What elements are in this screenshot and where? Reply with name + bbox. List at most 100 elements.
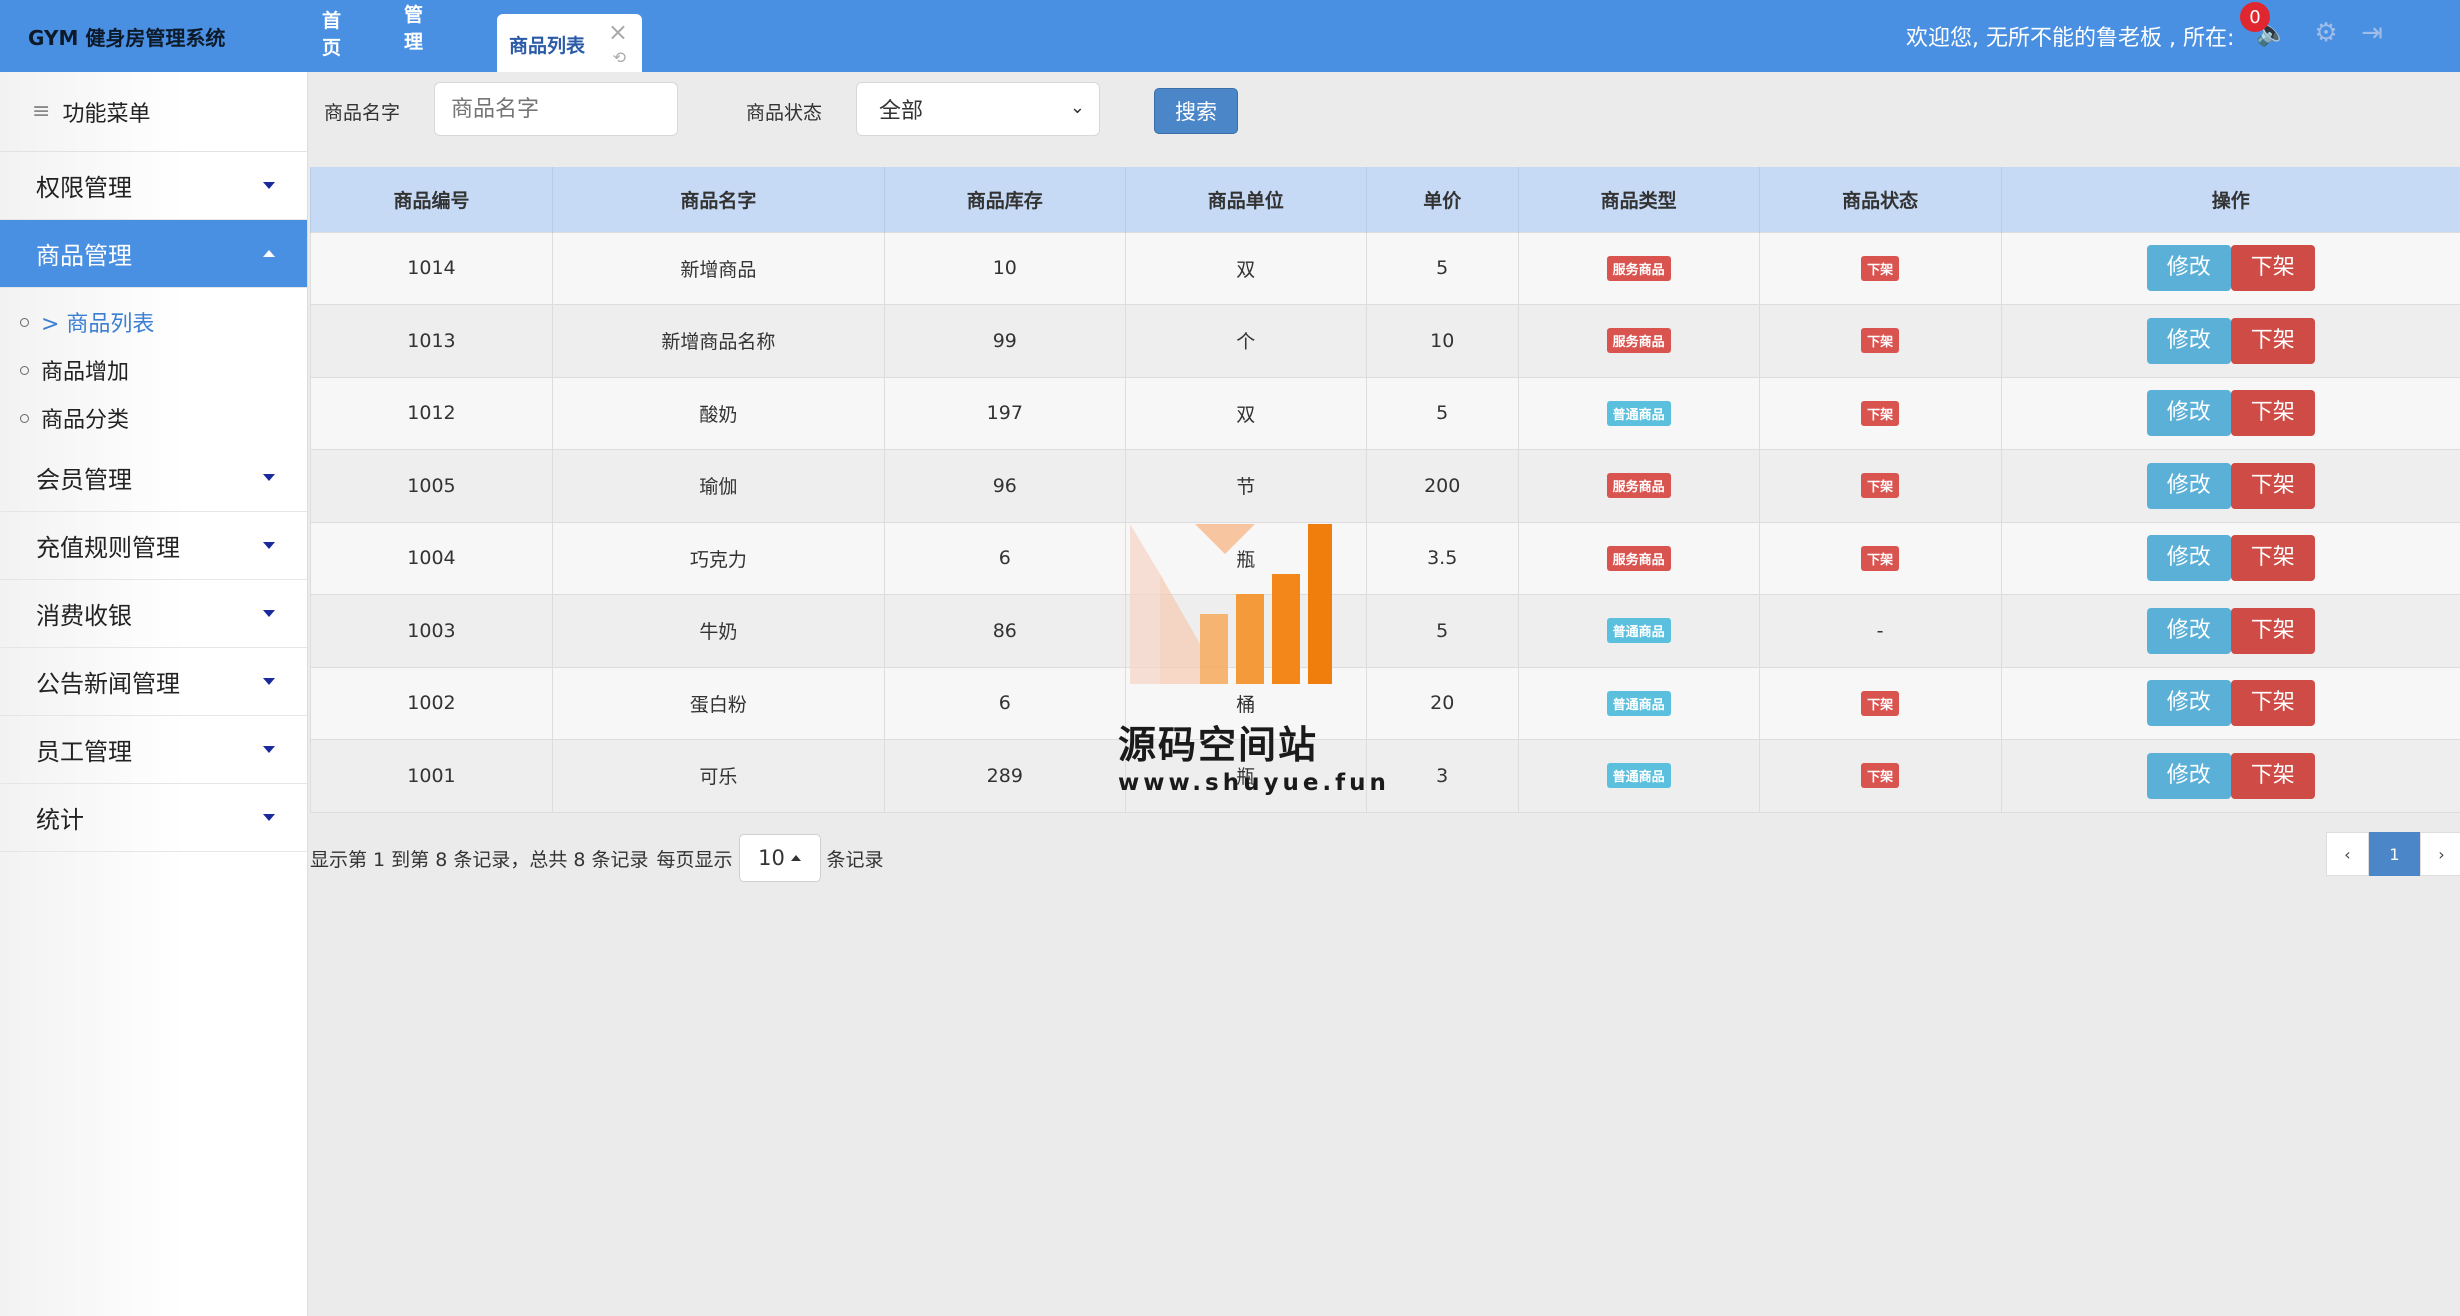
column-header-id[interactable]: 商品编号 (310, 167, 553, 232)
sidebar-item-label: 充值规则管理 (36, 534, 180, 562)
edit-button[interactable]: 修改 (2146, 607, 2231, 654)
take-down-button[interactable]: 下架 (2230, 245, 2315, 292)
cell-type: 普通商品 (1517, 594, 1760, 667)
take-down-button[interactable]: 下架 (2230, 535, 2315, 582)
sidebar-item-products[interactable]: 商品管理 (0, 220, 307, 288)
records-label: 条记录 (826, 848, 884, 871)
edit-button[interactable]: 修改 (2146, 680, 2231, 727)
submenu-item-product-list[interactable]: > 商品列表 (20, 298, 307, 346)
sidebar-item-members[interactable]: 会员管理 (0, 444, 307, 512)
column-header-name[interactable]: 商品名字 (551, 167, 885, 232)
cell-id: 1013 (310, 304, 553, 377)
cell-actions: 修改 下架 (2000, 231, 2460, 305)
submenu-item-label: 商品增加 (41, 360, 130, 385)
notification-badge: 0 (2240, 2, 2270, 32)
chevron-down-icon: ⌄ (1069, 97, 1085, 118)
cell-stock: 86 (883, 594, 1126, 667)
cell-type: 服务商品 (1517, 304, 1760, 377)
sidebar-item-news[interactable]: 公告新闻管理 (0, 648, 307, 716)
next-page-button[interactable]: › (2420, 832, 2460, 876)
page-size-select[interactable]: 10 (738, 834, 821, 882)
cell-unit: 双 (1124, 376, 1367, 450)
cell-actions: 修改 下架 (2000, 449, 2460, 522)
sidebar-item-permissions[interactable]: 权限管理 (0, 152, 307, 220)
tab-product-list[interactable]: 商品列表 × ⟲ (497, 14, 642, 72)
product-name-input[interactable] (434, 82, 678, 136)
cell-price: 3.5 (1365, 521, 1519, 595)
caret-down-icon (263, 610, 275, 617)
logout-icon[interactable]: ⇥ (2355, 16, 2389, 50)
tab-post-management[interactable]: 职位管理 (404, 0, 423, 72)
table-row: 1014 新增商品 10 双 5 服务商品 下架 修改 下架 (310, 231, 2460, 305)
column-header-stock[interactable]: 商品库存 (883, 167, 1126, 232)
sidebar-item-statistics[interactable]: 统计 (0, 784, 307, 852)
cell-stock: 6 (883, 521, 1126, 595)
pagination-summary: 显示第 1 到第 8 条记录，总共 8 条记录 (310, 848, 649, 871)
submenu-item-label: > 商品列表 (41, 312, 155, 337)
type-badge: 普通商品 (1606, 763, 1671, 789)
type-badge: 普通商品 (1606, 690, 1671, 716)
product-status-value: 全部 (879, 99, 924, 124)
cell-name: 可乐 (551, 739, 885, 813)
cell-actions: 修改 下架 (2000, 666, 2460, 740)
search-button[interactable]: 搜索 (1154, 88, 1238, 134)
sidebar-item-label: 员工管理 (36, 738, 132, 766)
table-header-row: 商品编号 商品名字 商品库存 商品单位 单价 商品类型 商品状态 操作 (310, 167, 2460, 232)
product-status-label: 商品状态 (746, 102, 823, 124)
cell-stock: 10 (883, 231, 1126, 305)
caret-up-icon (790, 855, 801, 861)
cell-stock: 197 (883, 376, 1126, 450)
edit-button[interactable]: 修改 (2146, 462, 2231, 509)
type-badge: 普通商品 (1606, 618, 1671, 644)
table-row: 1002 蛋白粉 6 桶 20 普通商品 下架 修改 下架 (310, 666, 2460, 740)
cell-status: 下架 (1758, 739, 2002, 813)
take-down-button[interactable]: 下架 (2230, 390, 2315, 437)
submenu-item-product-category[interactable]: 商品分类 (20, 394, 307, 442)
take-down-button[interactable]: 下架 (2230, 462, 2315, 509)
cell-id: 1002 (310, 666, 553, 740)
cell-status: 下架 (1758, 521, 2002, 595)
prev-page-button[interactable]: ‹ (2326, 832, 2369, 876)
cell-actions: 修改 下架 (2000, 521, 2460, 595)
cell-status: 下架 (1758, 449, 2002, 522)
sidebar: ≡ 功能菜单 权限管理 商品管理 > 商品列表 商品增加 商品分类 会员管理 充… (0, 72, 308, 1316)
column-header-price[interactable]: 单价 (1365, 167, 1519, 232)
table-body: 1014 新增商品 10 双 5 服务商品 下架 修改 下架 1013 新增商品名称 99 个 10 服务商… (310, 231, 2460, 813)
top-bar: GYM 健身房管理系统 首页 职位管理 商品列表 × ⟲ 欢迎您, 无所不能的鲁… (0, 0, 2460, 72)
take-down-button[interactable]: 下架 (2230, 680, 2315, 727)
page-button[interactable]: 1 (2369, 832, 2420, 876)
sidebar-item-cashier[interactable]: 消费收银 (0, 580, 307, 648)
submenu-item-product-add[interactable]: 商品增加 (20, 346, 307, 394)
edit-button[interactable]: 修改 (2146, 752, 2231, 799)
edit-button[interactable]: 修改 (2146, 535, 2231, 582)
edit-button[interactable]: 修改 (2146, 317, 2231, 364)
column-header-type[interactable]: 商品类型 (1517, 167, 1760, 232)
refresh-icon[interactable]: ⟲ (613, 48, 626, 67)
bullet-icon (20, 317, 29, 327)
take-down-button[interactable]: 下架 (2230, 607, 2315, 654)
caret-down-icon (263, 474, 275, 481)
sidebar-item-staff[interactable]: 员工管理 (0, 716, 307, 784)
take-down-button[interactable]: 下架 (2230, 752, 2315, 799)
close-icon[interactable]: × (608, 18, 628, 46)
column-header-unit[interactable]: 商品单位 (1124, 167, 1367, 232)
product-status-select[interactable]: 全部 ⌄ (856, 82, 1100, 136)
sidebar-item-recharge-rules[interactable]: 充值规则管理 (0, 512, 307, 580)
cell-id: 1001 (310, 739, 553, 813)
products-submenu: > 商品列表 商品增加 商品分类 (0, 288, 307, 444)
status-badge: 下架 (1861, 545, 1900, 571)
sidebar-item-label: 公告新闻管理 (36, 670, 180, 698)
menu-title: 功能菜单 (62, 101, 151, 127)
pagination-info: 显示第 1 到第 8 条记录，总共 8 条记录 每页显示 10 条记录 (310, 834, 884, 882)
edit-button[interactable]: 修改 (2146, 390, 2231, 437)
settings-icon[interactable]: ⚙ (2309, 16, 2343, 50)
take-down-button[interactable]: 下架 (2230, 317, 2315, 364)
cell-price: 200 (1365, 449, 1519, 522)
tab-home[interactable]: 首页 (322, 0, 341, 72)
status-badge: 下架 (1861, 473, 1900, 499)
page-size-value: 10 (758, 846, 785, 870)
column-header-status[interactable]: 商品状态 (1758, 167, 2002, 232)
status-badge: 下架 (1861, 255, 1900, 281)
cell-id: 1012 (310, 376, 553, 450)
edit-button[interactable]: 修改 (2146, 245, 2231, 292)
